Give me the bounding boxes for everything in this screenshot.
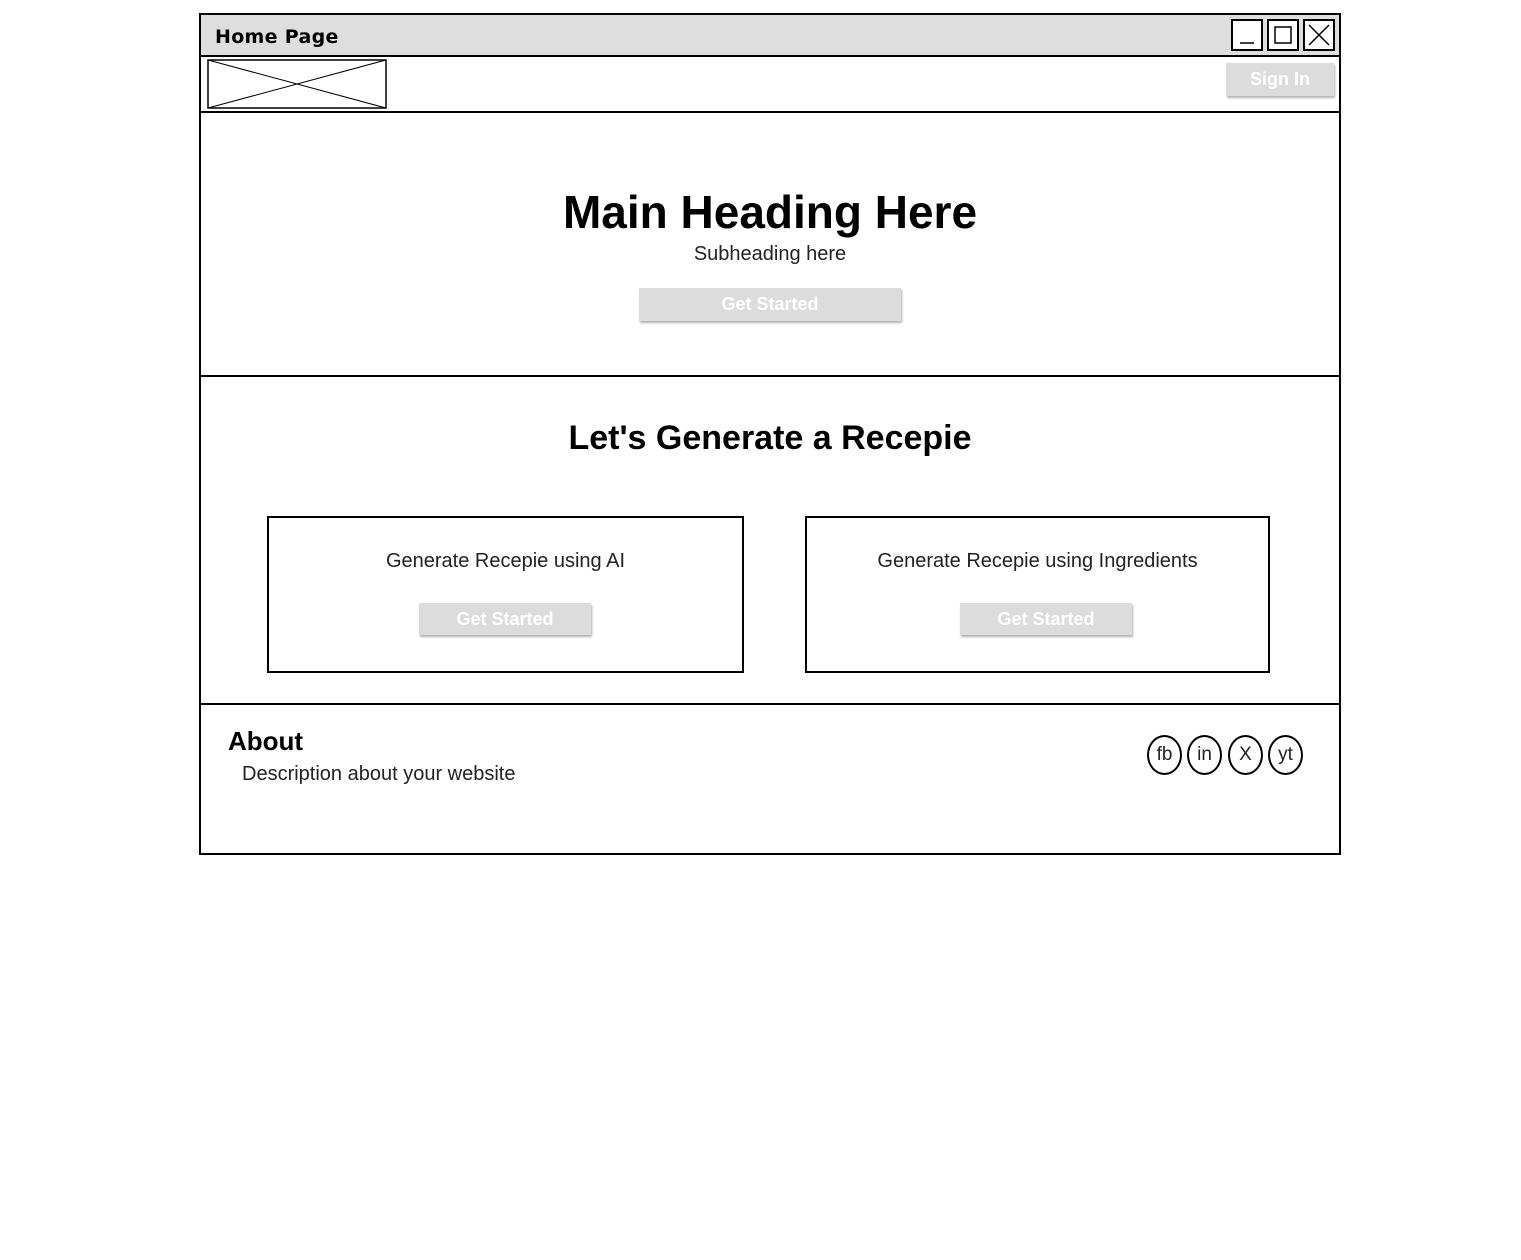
facebook-icon[interactable]: fb <box>1147 735 1182 775</box>
hero-section: Main Heading Here Subheading here Get St… <box>201 113 1339 377</box>
browser-window: Home Page Sign In Main Heading Here Subh… <box>199 13 1341 855</box>
about-title: About <box>228 726 304 756</box>
generate-ingredients-label: Generate Recepie using Ingredients <box>877 550 1198 572</box>
generate-ingredients-card: Generate Recepie using Ingredients Get S… <box>805 516 1270 673</box>
window-title: Home Page <box>215 26 339 48</box>
x-icon[interactable]: X <box>1228 735 1263 775</box>
hero-subtitle: Subheading here <box>693 243 847 265</box>
footer: About Description about your website fb … <box>201 703 1339 853</box>
youtube-icon[interactable]: yt <box>1268 735 1303 775</box>
hero-title: Main Heading Here <box>562 186 978 238</box>
window-titlebar: Home Page <box>201 15 1339 57</box>
generate-ingredients-get-started-button[interactable]: Get Started <box>960 603 1132 635</box>
minimize-icon <box>1240 42 1254 44</box>
sign-in-button[interactable]: Sign In <box>1226 63 1334 96</box>
logo-image-placeholder[interactable] <box>207 59 387 109</box>
generate-ai-get-started-button[interactable]: Get Started <box>419 603 591 635</box>
about-description: Description about your website <box>242 763 516 785</box>
minimize-button[interactable] <box>1231 19 1263 51</box>
maximize-button[interactable] <box>1267 19 1299 51</box>
close-icon <box>1308 24 1330 46</box>
generate-section-title: Let's Generate a Recepie <box>568 419 972 457</box>
generate-ai-card: Generate Recepie using AI Get Started <box>267 516 744 673</box>
generate-ai-label: Generate Recepie using AI <box>385 550 626 572</box>
hero-get-started-button[interactable]: Get Started <box>639 288 901 321</box>
maximize-icon <box>1274 26 1292 44</box>
close-button[interactable] <box>1303 19 1335 51</box>
navbar: Sign In <box>201 57 1339 113</box>
linkedin-icon[interactable]: in <box>1187 735 1222 775</box>
